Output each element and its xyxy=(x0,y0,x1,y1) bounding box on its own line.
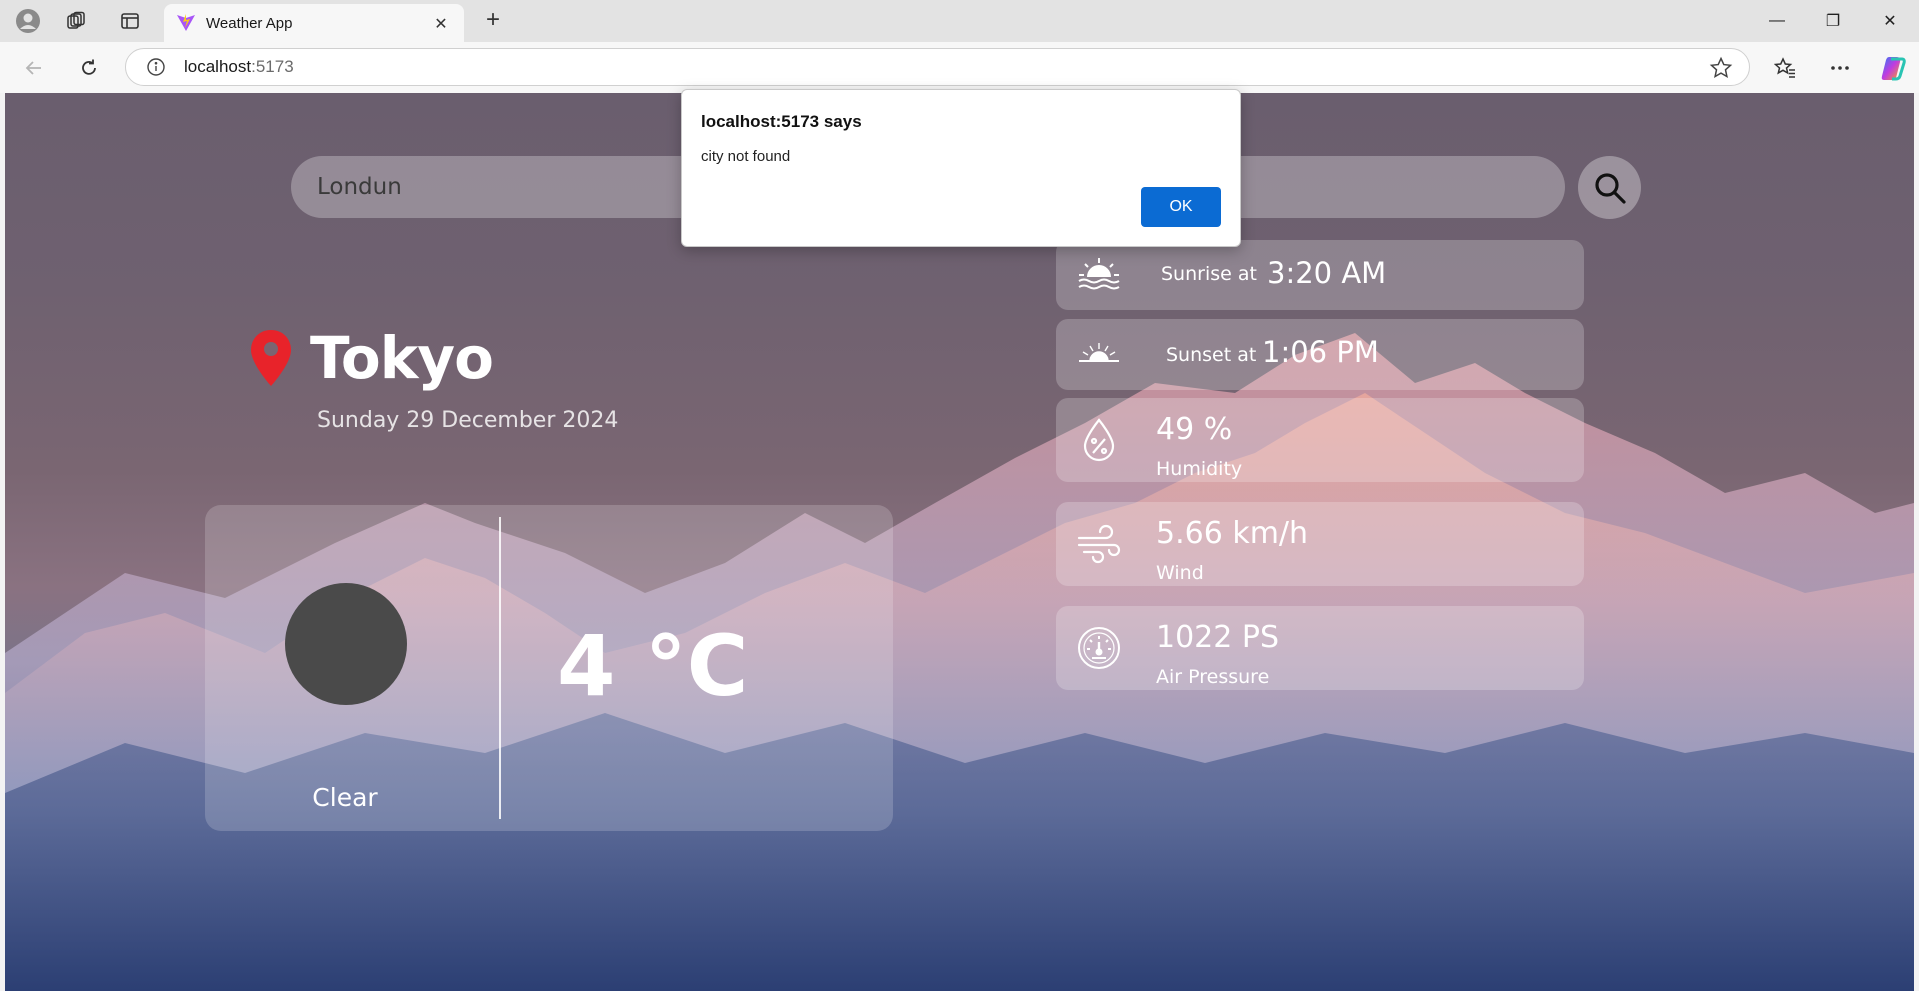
favorites-icon[interactable] xyxy=(1768,51,1802,85)
more-icon[interactable] xyxy=(1823,51,1857,85)
wind-icon xyxy=(1074,519,1124,569)
browser-titlebar: Weather App ✕ + — ❐ ✕ xyxy=(0,0,1919,42)
city-name: Tokyo xyxy=(310,324,494,392)
minimize-button[interactable]: — xyxy=(1749,0,1805,42)
sunrise-label: Sunrise at xyxy=(1161,263,1257,285)
wind-card: 5.66 km/h Wind xyxy=(1056,502,1584,586)
profile-icon[interactable] xyxy=(8,7,48,35)
favorite-star-icon[interactable] xyxy=(1709,56,1733,80)
current-date: Sunday 29 December 2024 xyxy=(317,408,619,433)
weather-condition-icon xyxy=(285,583,407,705)
pressure-value: 1022 PS xyxy=(1156,620,1280,655)
weather-summary-card: Clear 4 °C xyxy=(205,505,893,831)
tab-close-icon[interactable]: ✕ xyxy=(430,14,452,33)
address-bar[interactable]: localhost:5173 xyxy=(125,48,1750,86)
sunrise-time: 3:20 AM xyxy=(1267,256,1387,290)
new-tab-button[interactable]: + xyxy=(478,7,508,35)
search-icon xyxy=(1594,172,1626,204)
humidity-card: 49 % Humidity xyxy=(1056,398,1584,482)
url-host: localhost xyxy=(184,57,252,76)
restore-button[interactable]: ❐ xyxy=(1805,0,1861,42)
pressure-label: Air Pressure xyxy=(1156,666,1270,688)
alert-title: localhost:5173 says xyxy=(701,112,862,131)
humidity-value: 49 % xyxy=(1156,412,1233,447)
alert-ok-button[interactable]: OK xyxy=(1141,187,1221,227)
sunrise-icon xyxy=(1074,250,1124,300)
humidity-icon xyxy=(1074,415,1124,465)
city-header: Tokyo xyxy=(250,318,494,398)
info-icon[interactable] xyxy=(142,53,170,81)
alert-dialog: localhost:5173 says city not found OK xyxy=(681,89,1241,247)
url-port: :5173 xyxy=(251,57,294,76)
refresh-icon[interactable] xyxy=(72,51,106,85)
sunset-card: Sunset at 1:06 PM xyxy=(1056,319,1584,390)
browser-toolbar: localhost:5173 xyxy=(0,42,1919,93)
tab-actions-icon[interactable] xyxy=(110,7,150,35)
pressure-card: 1022 PS Air Pressure xyxy=(1056,606,1584,690)
alert-message: city not found xyxy=(701,148,791,165)
workspaces-icon[interactable] xyxy=(56,7,96,35)
wind-label: Wind xyxy=(1156,562,1204,584)
tab-title: Weather App xyxy=(206,14,293,32)
sunset-icon xyxy=(1074,329,1124,379)
sunset-time: 1:06 PM xyxy=(1262,335,1379,369)
temperature: 4 °C xyxy=(557,617,749,715)
humidity-label: Humidity xyxy=(1156,458,1243,480)
close-window-button[interactable]: ✕ xyxy=(1862,0,1918,42)
vite-favicon-icon xyxy=(177,14,195,31)
sunrise-card: Sunrise at 3:20 AM xyxy=(1056,240,1584,310)
pressure-gauge-icon xyxy=(1074,623,1124,673)
wind-value: 5.66 km/h xyxy=(1156,516,1309,551)
sunset-label: Sunset at xyxy=(1166,344,1257,366)
tab-weather-app[interactable]: Weather App ✕ xyxy=(164,4,464,42)
back-icon[interactable] xyxy=(17,51,51,85)
card-divider xyxy=(499,517,501,819)
location-pin-icon xyxy=(251,330,291,386)
search-button[interactable] xyxy=(1578,156,1641,219)
copilot-icon[interactable] xyxy=(1876,51,1910,85)
weather-condition: Clear xyxy=(312,783,378,812)
